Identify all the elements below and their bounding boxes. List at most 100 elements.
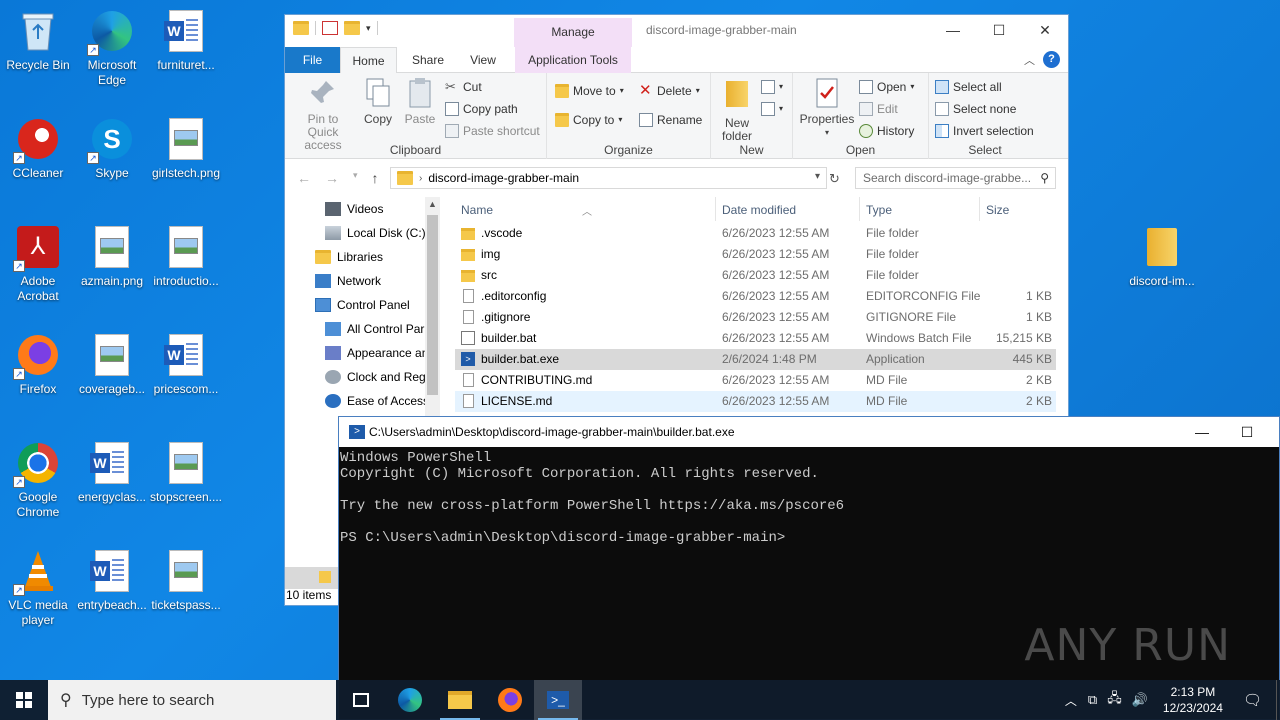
column-type[interactable]: Type — [866, 203, 892, 217]
recent-locations-icon[interactable]: ▾ — [353, 170, 358, 186]
desktop-icon-girlstech[interactable]: girlstech.png — [148, 116, 224, 181]
open-button[interactable]: Open ▾ — [859, 77, 914, 97]
desktop-icon-introductio[interactable]: introductio... — [148, 224, 224, 289]
rename-button[interactable]: Rename — [639, 110, 702, 130]
desktop-icon-firefox[interactable]: ↗ Firefox — [0, 332, 76, 397]
cut-button[interactable]: ✂ Cut — [445, 77, 482, 97]
chevron-down-icon[interactable]: ▾ — [815, 171, 820, 182]
file-row-selected[interactable]: > builder.bat.exe 2/6/2024 1:48 PM Appli… — [455, 349, 1056, 370]
nav-item-all-control-panel[interactable]: All Control Par — [325, 317, 425, 341]
volume-icon[interactable]: 🔊 — [1127, 692, 1153, 708]
tab-manage[interactable]: Manage — [514, 18, 632, 47]
device-icon[interactable]: ⧉ — [1083, 692, 1102, 708]
clock[interactable]: 2:13 PM 12/23/2024 — [1153, 684, 1233, 716]
breadcrumb-current[interactable]: discord-image-grabber-main — [428, 171, 579, 185]
desktop-icon-ccleaner[interactable]: ↗ CCleaner — [0, 116, 76, 181]
nav-item-libraries[interactable]: Libraries — [315, 245, 440, 269]
maximize-button[interactable]: ☐ — [1224, 417, 1270, 447]
desktop-icon-recycle-bin[interactable]: Recycle Bin — [0, 8, 76, 73]
desktop-icon-energyclas[interactable]: energyclas... — [74, 440, 150, 505]
minimize-button[interactable]: — — [930, 15, 976, 46]
refresh-icon[interactable]: ↻ — [829, 171, 840, 187]
search-input[interactable]: Search discord-image-grabbe... ⚲ — [855, 167, 1056, 189]
easy-access-button[interactable]: ▾ — [761, 99, 783, 119]
forward-arrow-icon[interactable]: → — [325, 170, 339, 186]
scrollbar-thumb[interactable] — [427, 215, 438, 395]
new-item-button[interactable]: ▾ — [761, 77, 783, 97]
select-all-button[interactable]: Select all — [935, 77, 1002, 97]
select-none-button[interactable]: Select none — [935, 99, 1016, 119]
taskbar-firefox[interactable] — [486, 680, 534, 720]
up-arrow-icon[interactable]: ↑ — [372, 170, 379, 186]
copy-path-button[interactable]: Copy path — [445, 99, 518, 119]
properties-icon[interactable] — [322, 21, 338, 35]
tab-share[interactable]: Share — [403, 47, 453, 73]
column-separator[interactable] — [715, 197, 716, 221]
file-row[interactable]: .vscode 6/26/2023 12:55 AM File folder — [455, 223, 1056, 244]
column-separator[interactable] — [859, 197, 860, 221]
nav-item-control-panel[interactable]: Control Panel — [315, 293, 440, 317]
nav-item-clock-region[interactable]: Clock and Regi — [325, 365, 425, 389]
tab-view[interactable]: View — [458, 47, 508, 73]
new-folder-icon[interactable] — [344, 21, 360, 35]
desktop-icon-vlc[interactable]: ↗ VLC media player — [0, 548, 76, 628]
paste-button[interactable]: Paste — [401, 77, 439, 126]
file-row[interactable]: src 6/26/2023 12:55 AM File folder — [455, 265, 1056, 286]
copy-button[interactable]: Copy — [359, 77, 397, 126]
desktop-icon-stopscreen[interactable]: stopscreen.... — [148, 440, 224, 505]
task-view-button[interactable] — [338, 680, 384, 720]
desktop-icon-discord-folder[interactable]: discord-im... — [1124, 224, 1200, 289]
chevron-up-icon[interactable]: ︿ — [1024, 52, 1035, 68]
desktop-icon-edge[interactable]: ↗ Microsoft Edge — [74, 8, 150, 88]
help-icon[interactable]: ? — [1043, 51, 1060, 68]
address-field[interactable]: › discord-image-grabber-main ▾ — [390, 167, 827, 189]
invert-selection-button[interactable]: Invert selection — [935, 121, 1034, 141]
maximize-button[interactable]: ☐ — [976, 15, 1022, 46]
tab-home[interactable]: Home — [340, 47, 397, 74]
desktop-icon-ticketspass[interactable]: ticketspass... — [148, 548, 224, 613]
paste-shortcut-button[interactable]: Paste shortcut — [445, 121, 540, 141]
desktop-icon-acrobat[interactable]: ⅄ ↗ Adobe Acrobat — [0, 224, 76, 304]
file-row[interactable]: .gitignore 6/26/2023 12:55 AM GITIGNORE … — [455, 307, 1056, 328]
taskbar-edge[interactable] — [386, 680, 434, 720]
taskbar-powershell[interactable]: >_ — [534, 680, 582, 720]
powershell-console[interactable]: Windows PowerShell Copyright (C) Microso… — [339, 447, 1279, 546]
start-button[interactable] — [0, 680, 48, 720]
close-button[interactable]: ✕ — [1022, 15, 1068, 46]
file-row-hover[interactable]: LICENSE.md 6/26/2023 12:55 AM MD File 2 … — [455, 391, 1056, 412]
minimize-button[interactable]: — — [1179, 417, 1225, 447]
show-desktop-button[interactable] — [1276, 680, 1280, 720]
powershell-window[interactable]: > C:\Users\admin\Desktop\discord-image-g… — [338, 416, 1280, 720]
nav-item-appearance[interactable]: Appearance an — [325, 341, 425, 365]
desktop-icon-skype[interactable]: S ↗ Skype — [74, 116, 150, 181]
column-separator[interactable] — [979, 197, 980, 221]
edit-button[interactable]: Edit — [859, 99, 898, 119]
nav-item-ease-of-access[interactable]: Ease of Access — [325, 389, 425, 413]
copy-to-button[interactable]: Copy to ▾ — [555, 110, 622, 130]
back-arrow-icon[interactable]: ← — [297, 170, 311, 186]
column-date-modified[interactable]: Date modified — [722, 203, 796, 217]
taskbar-file-explorer[interactable] — [436, 680, 484, 720]
delete-button[interactable]: ✕ Delete ▾ — [639, 81, 700, 101]
nav-item-network[interactable]: Network — [315, 269, 440, 293]
desktop-icon-chrome[interactable]: ↗ Google Chrome — [0, 440, 76, 520]
pin-quick-access-button[interactable]: Pin to Quick access — [291, 77, 355, 152]
file-row[interactable]: img 6/26/2023 12:55 AM File folder — [455, 244, 1056, 265]
notifications-icon[interactable]: 🗨 — [1233, 691, 1276, 709]
column-name[interactable]: Name — [461, 203, 493, 217]
chevron-up-icon[interactable]: ︿ — [1059, 692, 1083, 709]
file-row[interactable]: CONTRIBUTING.md 6/26/2023 12:55 AM MD Fi… — [455, 370, 1056, 391]
column-size[interactable]: Size — [986, 203, 1009, 217]
file-row[interactable]: .editorconfig 6/26/2023 12:55 AM EDITORC… — [455, 286, 1056, 307]
desktop-icon-coverageb[interactable]: coverageb... — [74, 332, 150, 397]
file-row[interactable]: builder.bat 6/26/2023 12:55 AM Windows B… — [455, 328, 1056, 349]
desktop-icon-entrybeach[interactable]: entrybeach... — [74, 548, 150, 613]
desktop-icon-azmain[interactable]: azmain.png — [74, 224, 150, 289]
tab-file[interactable]: File — [285, 47, 340, 73]
desktop-icon-pricescom[interactable]: pricescom... — [148, 332, 224, 397]
chevron-down-icon[interactable]: ▾ — [366, 23, 371, 34]
tab-application-tools[interactable]: Application Tools — [515, 47, 631, 73]
properties-button[interactable]: Properties ▾ — [799, 77, 855, 139]
taskbar-search-input[interactable]: ⚲ Type here to search — [48, 680, 336, 720]
history-button[interactable]: History — [859, 121, 914, 141]
